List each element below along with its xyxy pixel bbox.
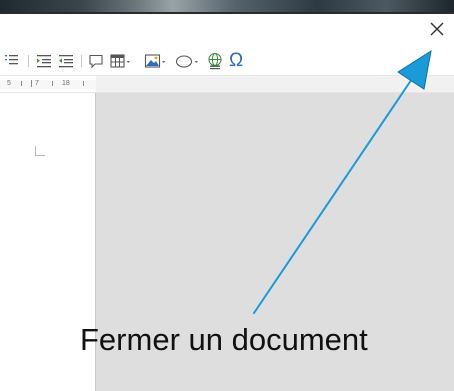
annotation-caption: Fermer un document <box>80 322 368 357</box>
